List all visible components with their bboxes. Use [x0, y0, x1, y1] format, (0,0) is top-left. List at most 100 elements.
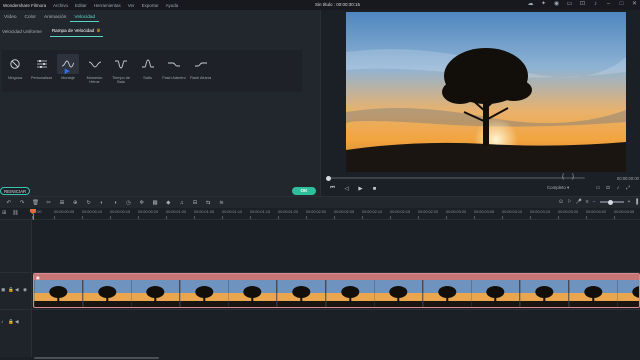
clip-thumbnail — [568, 280, 617, 307]
crop-icon[interactable]: ⊞ — [57, 200, 66, 206]
minimize-icon[interactable]: – — [605, 1, 612, 8]
none-icon — [4, 54, 26, 74]
timeline-ruler[interactable]: ⊞ ⛓ 00:00 00:00:00:05 00:00:00:10 00:00:… — [0, 208, 640, 220]
delete-icon[interactable]: 🗑 — [31, 200, 40, 206]
stop-icon[interactable]: ■ — [371, 186, 378, 192]
tab-video[interactable]: Vídeo — [0, 13, 21, 22]
preset-flash-in[interactable]: Flash Adentro — [161, 54, 187, 85]
marker-icon[interactable]: ⚐ — [567, 199, 571, 205]
notification-icon[interactable]: ♪ — [592, 1, 599, 8]
scrubber-handle[interactable] — [326, 175, 331, 181]
subtab-speed-ramping[interactable]: Rampa de Velocidad ♛ — [49, 26, 103, 37]
zoom-in-icon[interactable]: + — [628, 199, 631, 205]
freeze-icon[interactable]: ❄ — [137, 200, 146, 206]
tab-animation[interactable]: Animación — [40, 13, 70, 22]
flash-out-curve-icon — [190, 54, 212, 74]
clip-thumbnail — [520, 280, 569, 307]
motion-icon[interactable]: ⇆ — [204, 200, 213, 206]
ruler-labels: 00:00 00:00:00:05 00:00:00:10 00:00:00:1… — [32, 210, 640, 220]
subtab-uniform-speed[interactable]: Velocidad Uniforme — [0, 27, 44, 36]
ok-button[interactable]: OK — [292, 187, 316, 195]
play-icon[interactable]: ▶ — [357, 186, 364, 192]
clip-thumbnail — [374, 280, 423, 307]
clip-thumbnail — [325, 280, 374, 307]
lock-icon[interactable]: 🔒 — [8, 287, 14, 293]
menu-view[interactable]: Ver — [128, 3, 135, 8]
step-back-icon[interactable]: ◁ — [343, 186, 350, 192]
preset-jumper[interactable]: Salto — [135, 54, 161, 85]
fullscreen-icon[interactable]: ⤢ — [625, 185, 631, 191]
menu-export[interactable]: Exportar — [142, 3, 159, 8]
link-icon[interactable]: ⛓ — [12, 210, 18, 216]
preset-label: Tiempo de Bala — [112, 76, 130, 85]
preset-label: Salto — [143, 76, 152, 80]
preset-hero-moment[interactable]: Momento Héroe — [82, 54, 108, 85]
menu-tools[interactable]: Herramientas — [94, 3, 121, 8]
sliders-icon — [31, 54, 53, 74]
cart-icon[interactable]: ⊡ — [579, 1, 586, 8]
ruler-label: 00:00:03:05 — [474, 210, 495, 219]
fit-timeline-icon[interactable]: ▐ — [634, 199, 638, 205]
timeline-toolbar: ↶ ↷ 🗑 ✂ ⊞ ⊕ ↻ ◐ ◑ ◷ ❄ ▦ ◆ ♫ ⊟ ⇆ ≋ ⊙ ⚐ 🎤 … — [0, 196, 640, 208]
preset-flash-out[interactable]: Flash Afuera — [188, 54, 214, 85]
preview-scrubber[interactable] — [327, 177, 585, 179]
hero-curve-icon — [84, 54, 106, 74]
preset-custom[interactable]: Personalizar — [29, 54, 55, 85]
lock-icon[interactable]: 🔒 — [8, 319, 14, 325]
rotate-icon[interactable]: ↻ — [84, 200, 93, 206]
save-icon[interactable]: ▭ — [566, 1, 573, 8]
bulb-icon[interactable]: ✦ — [540, 1, 547, 8]
mute-icon[interactable]: ◀ — [15, 287, 19, 293]
mixer-icon[interactable]: ≡ — [586, 199, 589, 205]
monitor-icon[interactable]: ▭ — [595, 185, 601, 191]
mark-out-icon[interactable]: } — [572, 174, 574, 180]
quality-select[interactable]: Completo ▾ — [547, 185, 569, 191]
ruler-label: 00:00:03:20 — [558, 210, 579, 219]
preset-bullet-time[interactable]: Tiempo de Bala — [108, 54, 134, 85]
clip-thumbnail — [277, 280, 326, 307]
menu-file[interactable]: Archivo — [53, 3, 68, 8]
mute-icon[interactable]: ◀ — [15, 319, 19, 325]
reset-button[interactable]: REINICIAR — [0, 187, 31, 195]
eye-icon[interactable]: ◉ — [23, 287, 27, 293]
maximize-icon[interactable]: □ — [618, 1, 625, 8]
preset-none[interactable]: Ninguna — [2, 54, 28, 85]
keyframe-icon[interactable]: ◆ — [164, 200, 173, 206]
voiceover-icon[interactable]: 🎤 — [575, 199, 581, 205]
ruler-label: 00:00:03:10 — [502, 210, 523, 219]
tab-speed[interactable]: Velocidad — [70, 13, 100, 22]
close-icon[interactable]: ✕ — [631, 1, 638, 8]
undo-icon[interactable]: ↶ — [4, 200, 13, 206]
zoom-out-icon[interactable]: − — [593, 199, 596, 205]
volume-icon[interactable]: ♪ — [615, 185, 621, 191]
color-icon[interactable]: ◑ — [111, 200, 120, 206]
speed-icon[interactable]: ◷ — [124, 200, 133, 206]
preview-image — [346, 12, 626, 172]
add-track-icon[interactable]: ⊞ — [2, 210, 6, 216]
silence-icon[interactable]: ≋ — [217, 200, 226, 206]
tab-color[interactable]: Color — [21, 13, 40, 22]
menu-help[interactable]: Ayuda — [166, 3, 179, 8]
zoom-knob[interactable] — [607, 199, 613, 205]
account-icon[interactable]: ◉ — [553, 1, 560, 8]
cut-icon[interactable]: ✂ — [44, 200, 53, 206]
video-clip[interactable]: ▣ — [33, 273, 640, 308]
split-screen-icon[interactable]: ⊟ — [190, 200, 199, 206]
redo-icon[interactable]: ↷ — [18, 200, 27, 206]
cloud-icon[interactable]: ☁ — [527, 1, 534, 8]
zoom-clip-icon[interactable]: ⊕ — [71, 200, 80, 206]
prev-frame-icon[interactable]: ⏮ — [329, 185, 336, 192]
timeline-zoom-slider[interactable] — [599, 199, 624, 205]
ruler-tools: ⊞ ⛓ — [2, 210, 19, 216]
ruler-label: 00:00:02:05 — [334, 210, 355, 219]
audio-icon[interactable]: ♫ — [177, 200, 186, 206]
clip-thumbnails — [34, 280, 639, 307]
snapshot-icon[interactable]: ◘ — [605, 185, 611, 191]
mark-in-icon[interactable]: { — [562, 174, 564, 180]
menu-edit[interactable]: Editar — [75, 3, 87, 8]
stabilize-icon[interactable]: ▦ — [151, 200, 160, 206]
mask-icon[interactable]: ◐ — [97, 200, 106, 206]
timeline-scrollbar[interactable] — [34, 357, 159, 359]
flash-in-curve-icon — [163, 54, 185, 74]
render-icon[interactable]: ⊙ — [559, 199, 563, 205]
